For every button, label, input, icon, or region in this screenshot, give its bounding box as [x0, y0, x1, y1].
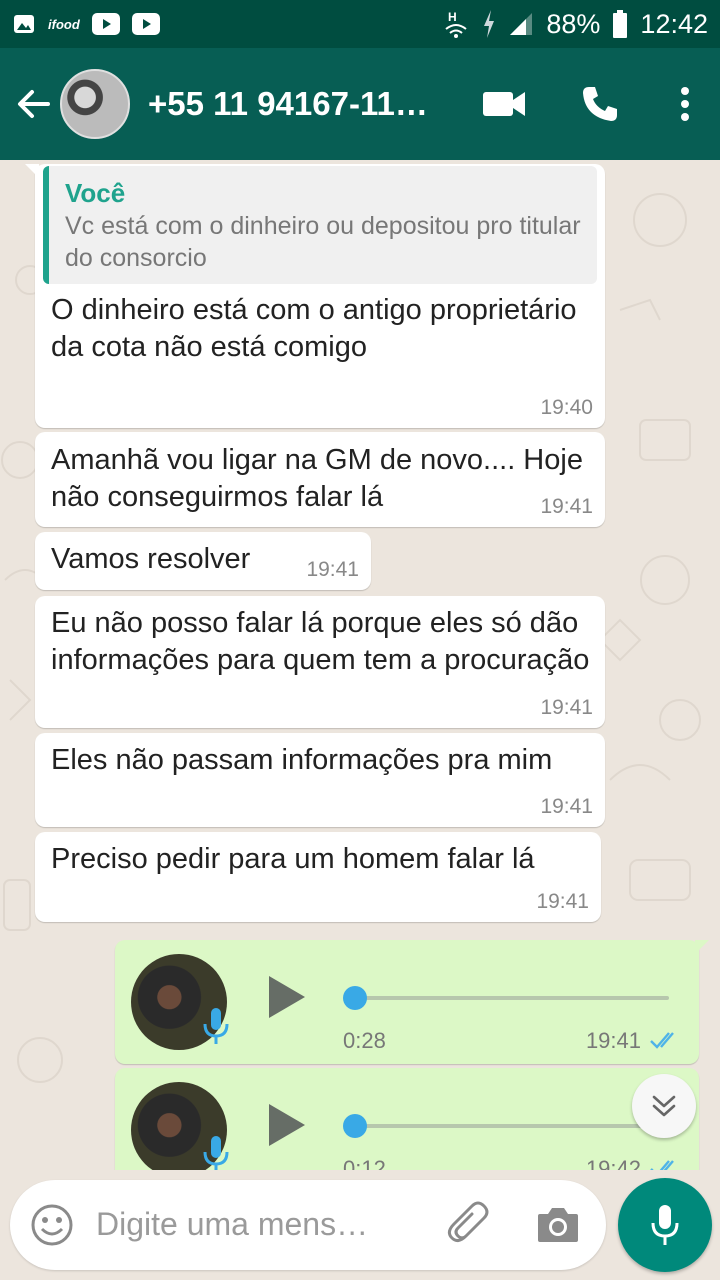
contact-name[interactable]: +55 11 94167-11…: [148, 85, 448, 123]
microphone-icon: [651, 1205, 679, 1245]
outgoing-voice-message[interactable]: 0:28 19:41: [115, 940, 709, 1064]
message-list[interactable]: Você Vc está com o dinheiro ou depositou…: [0, 160, 720, 1170]
youtube-notification-icon: [91, 13, 120, 35]
incoming-message[interactable]: Eles não passam informações pra mim 19:4…: [35, 733, 605, 827]
incoming-message[interactable]: Vamos resolver 19:41: [35, 532, 371, 590]
attach-button[interactable]: [446, 1200, 494, 1252]
message-time: 19:41: [585, 1028, 641, 1053]
playback-slider-knob[interactable]: [343, 986, 367, 1010]
scroll-to-bottom-button[interactable]: [632, 1074, 696, 1138]
read-receipt-icon: [649, 1030, 683, 1054]
playback-track[interactable]: [347, 1124, 669, 1128]
message-input[interactable]: Digite uma mens…: [10, 1180, 606, 1270]
microphone-icon: [201, 1134, 231, 1170]
message-text: Preciso pedir para um homem falar lá: [51, 843, 535, 875]
message-text: Amanhã vou ligar na GM de novo.... Hoje …: [51, 444, 583, 513]
incoming-message[interactable]: Você Vc está com o dinheiro ou depositou…: [25, 164, 605, 428]
contact-avatar[interactable]: [60, 69, 130, 139]
message-time: 19:40: [540, 396, 593, 419]
emoji-icon: [31, 1204, 73, 1246]
incoming-message[interactable]: Preciso pedir para um homem falar lá 19:…: [35, 832, 601, 922]
voice-duration: 0:28: [343, 1028, 386, 1053]
quoted-text: Vc está com o dinheiro ou depositou pro …: [65, 212, 581, 272]
chat-header: +55 11 94167-11…: [0, 48, 720, 160]
bubble-tail: [25, 164, 39, 178]
message-time: 19:41: [540, 696, 593, 719]
charging-bolt-icon: [482, 10, 496, 38]
message-time: 19:41: [540, 795, 593, 818]
ifood-notification: ifood: [48, 16, 80, 32]
read-receipt-icon: [649, 1158, 683, 1170]
arrow-left-icon: [18, 90, 50, 118]
message-text: Eu não posso falar lá porque eles só dão…: [51, 607, 590, 676]
kebab-menu-icon: [681, 87, 689, 121]
camera-button[interactable]: [536, 1204, 580, 1248]
message-text: Eles não passam informações pra mim: [51, 744, 553, 776]
bubble-tail: [695, 940, 709, 954]
camera-icon: [538, 1208, 578, 1242]
status-bar: ifood H 88% 12:42: [0, 0, 720, 48]
gallery-notification-icon: [12, 12, 36, 36]
playback-slider-knob[interactable]: [343, 1114, 367, 1138]
phone-icon: [583, 87, 617, 121]
message-time: 19:41: [536, 890, 589, 913]
play-button[interactable]: [265, 1102, 309, 1152]
message-text: O dinheiro está com o antigo proprietári…: [51, 294, 577, 363]
svg-text:H: H: [448, 10, 457, 24]
record-voice-button[interactable]: [618, 1178, 712, 1272]
wifi-h-icon: H: [442, 9, 470, 39]
clock: 12:42: [640, 8, 708, 39]
incoming-message[interactable]: Amanhã vou ligar na GM de novo.... Hoje …: [35, 432, 605, 527]
more-options-button[interactable]: [650, 48, 720, 160]
incoming-message[interactable]: Eu não posso falar lá porque eles só dão…: [35, 596, 605, 728]
message-time: 19:41: [540, 495, 593, 518]
playback-track[interactable]: [347, 996, 669, 1000]
paperclip-icon: [447, 1201, 489, 1243]
video-camera-icon: [483, 92, 525, 116]
outgoing-voice-message[interactable]: 0:12 19:42: [115, 1068, 699, 1170]
composer-bar: Digite uma mens…: [0, 1170, 720, 1280]
youtube-notification-icon: [131, 13, 160, 35]
voice-duration: 0:12: [343, 1156, 386, 1170]
double-chevron-down-icon: [652, 1095, 676, 1117]
signal-icon: [508, 11, 534, 37]
quoted-message[interactable]: Você Vc está com o dinheiro ou depositou…: [43, 166, 597, 284]
battery-icon: [612, 10, 628, 38]
play-button[interactable]: [265, 974, 309, 1024]
video-call-button[interactable]: [460, 48, 550, 160]
battery-percent: 88%: [546, 8, 601, 39]
message-input-placeholder: Digite uma mens…: [96, 1206, 369, 1242]
emoji-button[interactable]: [30, 1203, 74, 1251]
voice-call-button[interactable]: [550, 48, 650, 160]
microphone-icon: [201, 1006, 231, 1052]
play-icon: [269, 976, 305, 1018]
back-button[interactable]: [4, 48, 64, 160]
message-time: 19:41: [306, 558, 359, 581]
message-time: 19:42: [585, 1156, 641, 1170]
quoted-author: Você: [65, 178, 126, 208]
play-icon: [269, 1104, 305, 1146]
